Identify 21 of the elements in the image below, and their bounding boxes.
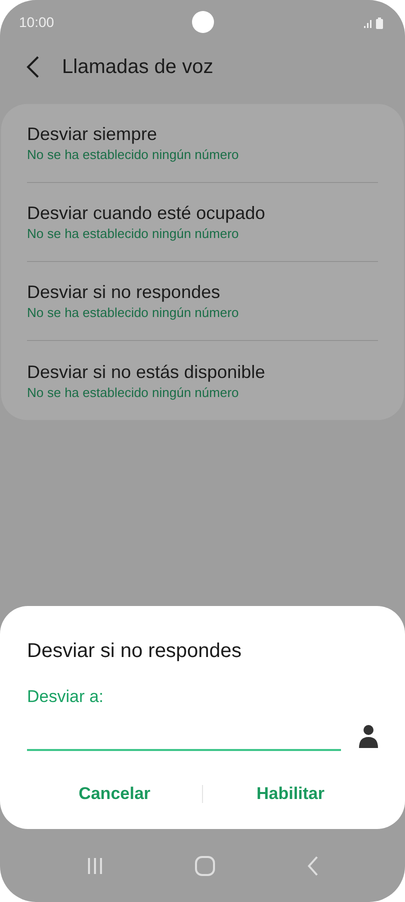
setting-subtitle: No se ha establecido ningún número <box>27 304 240 322</box>
field-label: Desviar a: <box>27 686 105 708</box>
cancel-button[interactable]: Cancelar <box>27 779 202 809</box>
status-icons <box>364 16 386 28</box>
page-title: Llamadas de voz <box>62 55 214 80</box>
enable-button[interactable]: Habilitar <box>203 779 378 809</box>
recent-apps-icon[interactable] <box>86 856 104 874</box>
setting-title[interactable]: Desviar si no estás disponible <box>27 360 378 384</box>
back-icon[interactable] <box>26 56 40 78</box>
setting-subtitle: No se ha establecido ningún número <box>27 146 240 164</box>
setting-title[interactable]: Desviar si no respondes <box>27 280 378 304</box>
back-nav-icon[interactable] <box>307 856 320 876</box>
status-time: 10:00 <box>19 13 54 32</box>
home-icon[interactable] <box>195 856 216 876</box>
setting-subtitle: No se ha establecido ningún número <box>27 384 240 402</box>
dialog-title: Desviar si no respondes <box>27 638 243 664</box>
camera-hole <box>192 11 214 33</box>
setting-subtitle: No se ha establecido ningún número <box>27 225 240 243</box>
contact-icon[interactable] <box>359 724 378 748</box>
setting-title[interactable]: Desviar cuando esté ocupado <box>27 201 378 225</box>
setting-title[interactable]: Desviar siempre <box>27 122 378 146</box>
